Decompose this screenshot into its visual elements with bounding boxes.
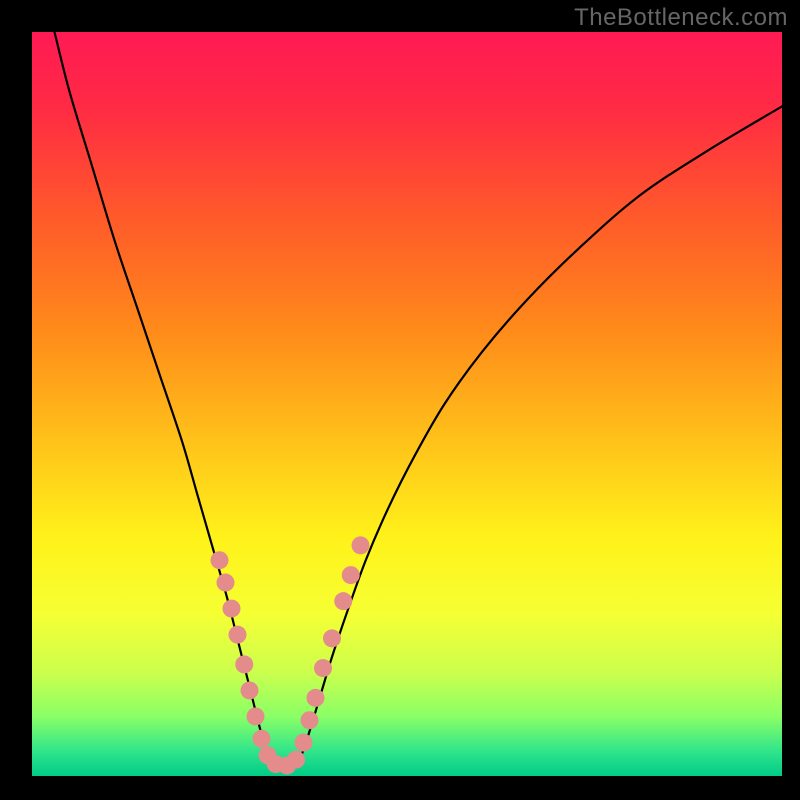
highlight-dot <box>229 626 247 644</box>
highlight-dot <box>352 536 370 554</box>
highlight-dot <box>295 734 313 752</box>
highlight-dot <box>217 574 235 592</box>
highlight-dot <box>287 751 305 769</box>
chart-svg <box>32 32 782 776</box>
highlight-dot <box>241 681 259 699</box>
highlight-dot <box>307 689 325 707</box>
highlight-dot <box>211 551 229 569</box>
highlight-dot <box>314 659 332 677</box>
plot-area <box>32 32 782 776</box>
highlight-dot <box>342 566 360 584</box>
highlight-dot <box>334 592 352 610</box>
highlight-dot <box>223 600 241 618</box>
watermark-text: TheBottleneck.com <box>574 4 788 32</box>
highlight-dot <box>301 711 319 729</box>
highlight-dot <box>235 655 253 673</box>
gradient-background <box>32 32 782 776</box>
highlight-dot <box>253 730 271 748</box>
chart-frame: TheBottleneck.com <box>0 0 800 800</box>
highlight-dot <box>247 707 265 725</box>
highlight-dot <box>323 629 341 647</box>
